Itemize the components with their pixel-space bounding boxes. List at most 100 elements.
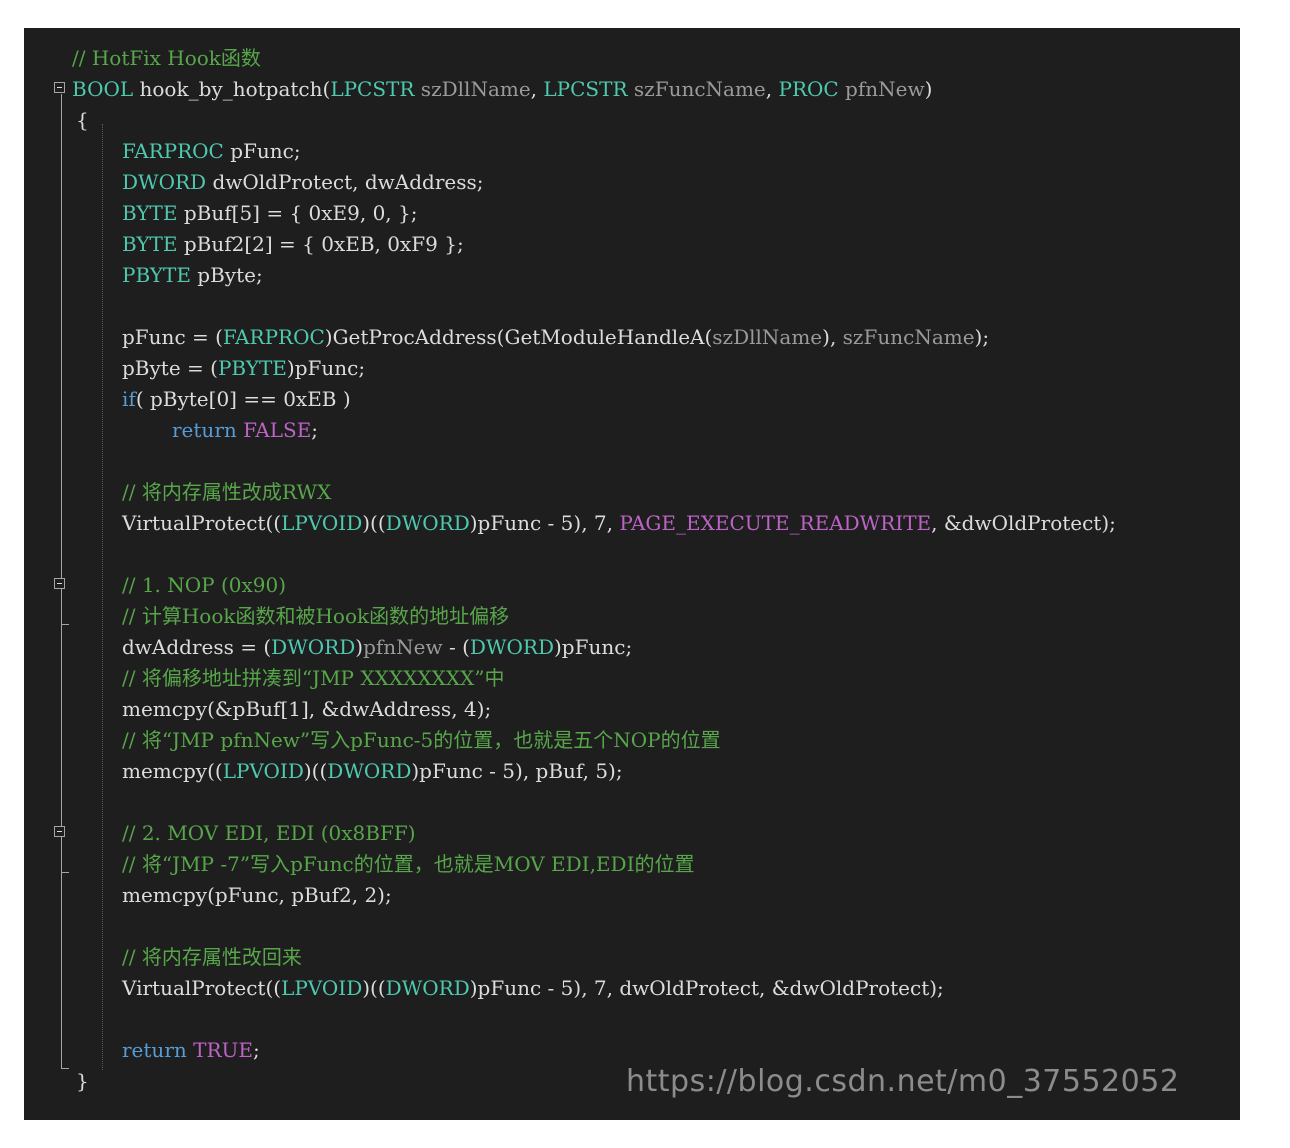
code-line[interactable]: // 将“JMP -7”写入pFunc的位置，也就是MOV EDI,EDI的位置 xyxy=(122,849,694,880)
code-token-macro: PAGE_EXECUTE_READWRITE xyxy=(619,511,932,535)
code-token-type: BYTE xyxy=(122,232,178,256)
code-token-type: PBYTE xyxy=(217,356,287,380)
code-token-text: memcpy(&pBuf[1], &dwAddress, 4); xyxy=(122,697,492,721)
code-line[interactable]: // 将“JMP pfnNew”写入pFunc-5的位置，也就是五个NOP的位置 xyxy=(122,725,721,756)
code-token-macro: TRUE xyxy=(193,1038,253,1062)
code-token-comment: // HotFix Hook函数 xyxy=(72,46,261,70)
code-token-text: pFunc = ( xyxy=(122,325,223,349)
code-token-text: )(( xyxy=(362,511,386,535)
code-line[interactable]: BYTE pBuf[5] = { 0xE9, 0, }; xyxy=(122,198,417,229)
code-token-text: , xyxy=(765,77,779,101)
code-token-comment: // 计算Hook函数和被Hook函数的地址偏移 xyxy=(122,604,510,628)
code-line[interactable]: { xyxy=(76,105,89,136)
code-token-text: , xyxy=(530,77,544,101)
code-line[interactable]: // 2. MOV EDI, EDI (0x8BFF) xyxy=(122,818,416,849)
code-token-type: DWORD xyxy=(385,511,470,535)
code-line[interactable]: memcpy(&pBuf[1], &dwAddress, 4); xyxy=(122,694,491,725)
code-token-param: szDllName xyxy=(414,77,531,101)
code-token-keyword: if xyxy=(122,387,136,411)
code-token-text: ; xyxy=(311,418,319,442)
code-line[interactable]: // 计算Hook函数和被Hook函数的地址偏移 xyxy=(122,601,509,632)
code-token-comment: // 将“JMP -7”写入pFunc的位置，也就是MOV EDI,EDI的位置 xyxy=(122,852,695,876)
code-token-text: hook_by_hotpatch( xyxy=(133,77,331,101)
code-token-text: memcpy(pFunc, pBuf2, 2); xyxy=(122,883,392,907)
code-line[interactable]: // 将内存属性改成RWX xyxy=(122,477,331,508)
code-token-text: - ( xyxy=(442,635,470,659)
code-editor[interactable]: // HotFix Hook函数 BOOL hook_by_hotpatch(LP… xyxy=(24,28,1240,1120)
code-token-text: } xyxy=(76,1069,89,1093)
code-token-type: DWORD xyxy=(122,170,207,194)
code-line[interactable]: if( pByte[0] == 0xEB ) xyxy=(122,384,351,415)
code-token-text: )pFunc - 5), 7, dwOldProtect, &dwOldProt… xyxy=(469,976,944,1000)
code-line[interactable]: // 将偏移地址拼凑到“JMP XXXXXXXX”中 xyxy=(122,663,505,694)
code-token-comment: // 2. MOV EDI, EDI (0x8BFF) xyxy=(122,821,416,845)
code-line[interactable]: dwAddress = (DWORD)pfnNew - (DWORD)pFunc… xyxy=(122,632,632,663)
code-token-text: memcpy(( xyxy=(122,759,223,783)
code-token-text: VirtualProtect(( xyxy=(122,511,282,535)
code-line[interactable]: VirtualProtect((LPVOID)((DWORD)pFunc - 5… xyxy=(122,973,944,1004)
code-token-text: { xyxy=(76,108,89,132)
code-token-text: )pFunc; xyxy=(554,635,633,659)
code-line[interactable]: // HotFix Hook函数 xyxy=(72,43,261,74)
code-line[interactable]: // 1. NOP (0x90) xyxy=(122,570,286,601)
code-area[interactable]: // HotFix Hook函数 BOOL hook_by_hotpatch(LP… xyxy=(24,28,1240,1120)
code-token-keyword: return xyxy=(122,1038,187,1062)
code-token-param: szFuncName xyxy=(627,77,766,101)
code-token-text: ); xyxy=(974,325,990,349)
code-token-type: PROC xyxy=(778,77,839,101)
code-line[interactable]: PBYTE pByte; xyxy=(122,260,263,291)
code-token-type: DWORD xyxy=(469,635,554,659)
code-token-type: PBYTE xyxy=(122,263,191,287)
code-line[interactable]: pFunc = (FARPROC)GetProcAddress(GetModul… xyxy=(122,322,989,353)
code-token-text: ; xyxy=(252,1038,260,1062)
code-token-text: pBuf[5] = { 0xE9, 0, }; xyxy=(177,201,418,225)
code-line[interactable]: BOOL hook_by_hotpatch(LPCSTR szDllName, … xyxy=(72,74,932,105)
code-line[interactable]: memcpy(pFunc, pBuf2, 2); xyxy=(122,880,392,911)
code-token-text: )GetProcAddress(GetModuleHandleA( xyxy=(324,325,713,349)
indent-guide xyxy=(102,124,103,1070)
code-token-type: LPCSTR xyxy=(330,77,415,101)
collapse-block-2-icon[interactable] xyxy=(54,826,65,837)
code-token-type: DWORD xyxy=(327,759,412,783)
code-token-text: ) xyxy=(924,77,933,101)
code-line[interactable]: pByte = (PBYTE)pFunc; xyxy=(122,353,365,384)
code-token-text: )(( xyxy=(303,759,328,783)
outline-end-marker xyxy=(61,872,69,873)
code-token-text: )pFunc - 5), pBuf, 5); xyxy=(411,759,623,783)
code-line[interactable]: BYTE pBuf2[2] = { 0xEB, 0xF9 }; xyxy=(122,229,464,260)
code-token-text: pFunc; xyxy=(223,139,301,163)
code-token-comment: // 将内存属性改回来 xyxy=(122,945,302,969)
code-line[interactable]: return TRUE; xyxy=(122,1035,260,1066)
code-token-type: LPVOID xyxy=(222,759,304,783)
code-token-text: )pFunc - 5), 7, xyxy=(469,511,620,535)
outline-end-marker xyxy=(61,624,69,625)
code-token-type: BYTE xyxy=(122,201,178,225)
outline-end-marker xyxy=(61,1068,69,1069)
code-token-text: pBuf2[2] = { 0xEB, 0xF9 }; xyxy=(177,232,464,256)
code-line[interactable]: FARPROC pFunc; xyxy=(122,136,301,167)
code-token-comment: // 将内存属性改成RWX xyxy=(122,480,332,504)
code-token-text: ) xyxy=(355,635,364,659)
code-line[interactable]: } xyxy=(76,1066,89,1097)
code-line[interactable]: // 将内存属性改回来 xyxy=(122,942,302,973)
code-token-type: FARPROC xyxy=(122,139,224,163)
code-token-comment: // 将偏移地址拼凑到“JMP XXXXXXXX”中 xyxy=(122,666,505,690)
code-token-text: ), xyxy=(822,325,843,349)
code-line[interactable]: DWORD dwOldProtect, dwAddress; xyxy=(122,167,484,198)
code-token-text: pByte; xyxy=(190,263,263,287)
code-token-text: )pFunc; xyxy=(286,356,366,380)
code-line[interactable]: memcpy((LPVOID)((DWORD)pFunc - 5), pBuf,… xyxy=(122,756,623,787)
code-line[interactable]: VirtualProtect((LPVOID)((DWORD)pFunc - 5… xyxy=(122,508,1116,539)
code-token-type: LPVOID xyxy=(281,976,363,1000)
code-token-keyword: return xyxy=(172,418,237,442)
code-token-param: pfnNew xyxy=(363,635,443,659)
code-line[interactable]: return FALSE; xyxy=(172,415,318,446)
collapse-block-1-icon[interactable] xyxy=(54,578,65,589)
code-token-text: ( pByte[0] == 0xEB ) xyxy=(135,387,351,411)
code-token-param: pfnNew xyxy=(838,77,925,101)
code-token-text: )(( xyxy=(362,976,386,1000)
collapse-function-icon[interactable] xyxy=(54,82,65,93)
code-token-type: LPVOID xyxy=(281,511,363,535)
code-token-text: dwAddress = ( xyxy=(122,635,272,659)
code-token-type: FARPROC xyxy=(222,325,325,349)
